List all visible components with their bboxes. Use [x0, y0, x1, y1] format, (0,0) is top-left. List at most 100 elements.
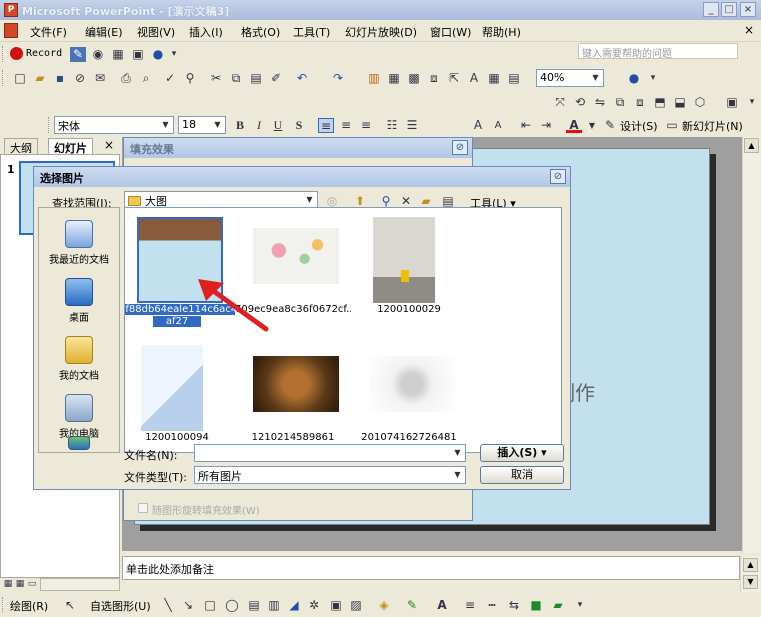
decrease-indent-icon[interactable]: ⇤ — [518, 118, 534, 133]
permission-icon[interactable]: ⊘ — [72, 71, 88, 86]
line-style-icon[interactable]: ≡ — [462, 598, 478, 613]
flip-icon[interactable]: ⇋ — [592, 95, 608, 110]
doc-close-icon[interactable]: × — [744, 23, 754, 37]
redo-icon[interactable]: ↷ — [330, 71, 346, 86]
tab-outline[interactable]: 大纲 — [4, 138, 38, 155]
help-icon[interactable]: ● — [626, 71, 642, 86]
notes-pane[interactable]: 单击此处添加备注 — [122, 556, 740, 580]
chevron-down-icon[interactable]: ▼ — [589, 71, 602, 85]
new-slide-button[interactable]: 新幻灯片(N) — [682, 118, 743, 134]
group-icon[interactable]: ⧉ — [612, 95, 628, 110]
help-icon[interactable]: ● — [150, 47, 166, 62]
macro-icon[interactable]: ✎ — [70, 47, 86, 62]
spelling-icon[interactable]: ✓ — [162, 71, 178, 86]
maximize-button[interactable]: □ — [721, 2, 737, 17]
show-formatting-icon[interactable]: A — [466, 71, 482, 86]
copy-icon[interactable]: ⧉ — [228, 71, 244, 86]
menu-insert[interactable]: 插入(I) — [189, 24, 223, 40]
save-icon[interactable]: ▪ — [52, 71, 68, 86]
place-recent[interactable]: 我最近的文档 — [39, 220, 119, 266]
line-color-icon[interactable]: ✎ — [404, 598, 420, 613]
picture-icon[interactable]: ▨ — [348, 598, 364, 613]
autoshapes-menu-button[interactable]: 自选图形(U) — [90, 598, 151, 614]
options-icon[interactable]: ▣ — [724, 95, 740, 110]
chevron-down-icon[interactable]: ▼ — [303, 193, 316, 207]
place-desktop[interactable]: 桌面 — [39, 278, 119, 324]
bring-forward-icon[interactable]: ⬒ — [652, 95, 668, 110]
minimize-button[interactable]: _ — [703, 2, 719, 17]
wordart-icon[interactable]: ◢ — [286, 598, 302, 613]
toolbar-options-icon[interactable]: ▾ — [572, 598, 588, 613]
tab-slides[interactable]: 幻灯片 — [48, 138, 93, 155]
font-size-select[interactable]: 18 ▼ — [178, 116, 226, 134]
chevron-down-icon[interactable]: ▼ — [451, 446, 464, 460]
oval-icon[interactable]: ◯ — [224, 598, 240, 613]
chevron-down-icon[interactable]: ▼ — [451, 468, 464, 482]
file-item[interactable]: 201074162726481 — [359, 342, 459, 443]
print-preview-icon[interactable]: ⌕ — [138, 71, 154, 86]
menu-edit[interactable]: 编辑(E) — [85, 24, 123, 40]
font-color-icon[interactable]: A — [434, 598, 450, 613]
place-my-documents[interactable]: 我的文档 — [39, 336, 119, 382]
file-item[interactable]: 1210214589861 — [243, 342, 343, 443]
rotate-fill-checkbox[interactable] — [138, 503, 148, 513]
align-center-icon[interactable]: ≡ — [338, 118, 354, 133]
toolbar-grip[interactable] — [2, 46, 5, 62]
picture-dialog-close-icon[interactable]: ⊘ — [550, 169, 566, 184]
chevron-down-icon[interactable]: ▼ — [211, 118, 224, 132]
paste-icon[interactable]: ▤ — [248, 71, 264, 86]
menu-tools[interactable]: 工具(T) — [293, 24, 330, 40]
scroll-down-icon[interactable]: ▼ — [743, 575, 758, 589]
scroll-up-icon[interactable]: ▲ — [743, 558, 758, 572]
main-vertical-scrollbar[interactable]: ▲ — [742, 137, 760, 553]
bold-button[interactable]: B — [232, 118, 248, 133]
record-button[interactable]: Record — [26, 48, 62, 59]
panel-close-button[interactable]: × — [104, 138, 114, 152]
color-grayscale-icon[interactable]: ▤ — [506, 71, 522, 86]
normal-view-icon[interactable]: ▦ — [2, 578, 14, 590]
diagram-icon[interactable]: ✲ — [306, 598, 322, 613]
email-icon[interactable]: ✉ — [92, 71, 108, 86]
file-item[interactable]: 1200100094 — [127, 342, 227, 443]
toolbar-grip[interactable] — [2, 597, 5, 613]
scroll-up-icon[interactable]: ▲ — [744, 138, 759, 153]
filename-input[interactable]: ▼ — [194, 444, 466, 462]
toolbar-options-icon[interactable]: ▾ — [166, 47, 182, 62]
menu-window[interactable]: 窗口(W) — [430, 24, 471, 40]
print-icon[interactable]: ⎙ — [118, 71, 134, 86]
filetype-select[interactable]: 所有图片 ▼ — [194, 466, 466, 484]
menu-format[interactable]: 格式(O) — [241, 24, 280, 40]
powerpoint-app-icon[interactable]: P — [4, 3, 18, 17]
cancel-button[interactable]: 取消 — [480, 466, 564, 484]
place-my-computer[interactable]: 我的电脑 — [39, 394, 119, 440]
toolbar-grip[interactable] — [48, 117, 51, 133]
open-icon[interactable]: ▰ — [32, 71, 48, 86]
menu-slideshow[interactable]: 幻灯片放映(D) — [345, 24, 417, 40]
fill-dialog-close-icon[interactable]: ⊘ — [452, 140, 468, 155]
tables-borders-icon[interactable]: ▩ — [406, 71, 422, 86]
align-icon[interactable]: ⤧ — [552, 95, 568, 110]
horizontal-scrollbar[interactable] — [40, 578, 120, 591]
menu-help[interactable]: 帮助(H) — [482, 24, 521, 40]
bullets-icon[interactable]: ☰ — [404, 118, 420, 133]
line-icon[interactable]: ╲ — [160, 598, 176, 613]
chevron-down-icon[interactable]: ▼ — [584, 118, 600, 133]
new-slide-icon[interactable]: ▭ — [664, 118, 680, 133]
shadow-style-icon[interactable]: ■ — [528, 598, 544, 613]
align-left-icon[interactable]: ≡ — [318, 118, 334, 133]
toolbar-options-icon[interactable]: ▾ — [744, 95, 760, 110]
help-search-input[interactable]: 键入需要帮助的问题 — [578, 43, 738, 60]
place-network[interactable] — [39, 436, 119, 453]
fill-color-icon[interactable]: ◈ — [376, 598, 392, 613]
title-bar[interactable]: P Microsoft PowerPoint - [演示文稿3] _ □ × — [0, 0, 761, 20]
dash-style-icon[interactable]: ┅ — [484, 598, 500, 613]
research-icon[interactable]: ⚲ — [182, 71, 198, 86]
font-color-icon[interactable]: A — [566, 118, 582, 133]
textbox-icon[interactable]: ▤ — [246, 598, 262, 613]
numbering-icon[interactable]: ☷ — [384, 118, 400, 133]
underline-button[interactable]: U — [270, 118, 286, 133]
draw-menu-button[interactable]: 绘图(R) — [10, 598, 48, 614]
send-backward-icon[interactable]: ⬓ — [672, 95, 688, 110]
expand-icon[interactable]: ⇱ — [446, 71, 462, 86]
table-icon[interactable]: ▦ — [386, 71, 402, 86]
